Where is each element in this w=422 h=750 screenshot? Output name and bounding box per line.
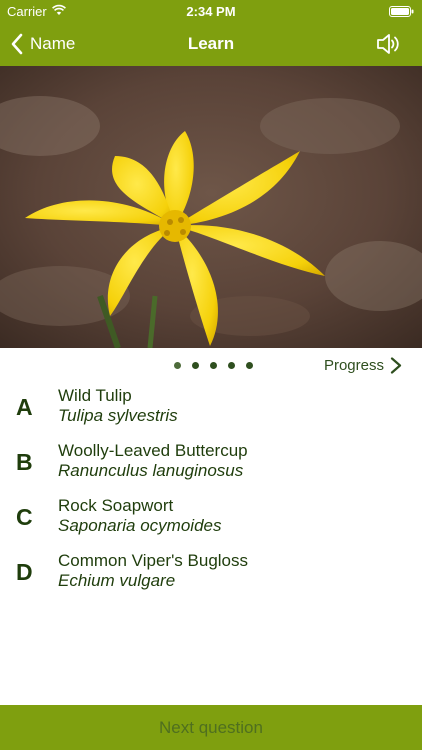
answer-common-name: Wild Tulip <box>58 386 132 405</box>
answer-latin-name: Tulipa sylvestris <box>58 406 178 425</box>
answer-letter: A <box>16 394 33 420</box>
answer-common-name: Rock Soapwort <box>58 496 174 515</box>
answer-common-name: Woolly-Leaved Buttercup <box>58 441 248 460</box>
back-button-label: Name <box>30 34 76 53</box>
status-bar: Carrier 2:34 PM <box>0 0 422 22</box>
pager-dot[interactable] <box>246 362 253 369</box>
answer-option-d[interactable]: D Common Viper's Bugloss Echium vulgare <box>0 549 422 604</box>
answer-option-c[interactable]: C Rock Soapwort Saponaria ocymoides <box>0 494 422 549</box>
answer-latin-name: Ranunculus lanuginosus <box>58 461 244 480</box>
answer-letter: B <box>16 449 33 475</box>
navigation-bar: Name Learn <box>0 22 422 66</box>
clock-label: 2:34 PM <box>186 4 236 19</box>
pager-dot[interactable] <box>228 362 235 369</box>
pager-dot[interactable] <box>192 362 199 369</box>
chevron-left-icon <box>11 33 23 55</box>
progress-button[interactable]: Progress <box>324 357 402 374</box>
chevron-right-icon <box>390 357 402 374</box>
image-pager[interactable] <box>174 362 253 369</box>
answer-letter: C <box>16 504 33 530</box>
back-button[interactable]: Name <box>10 30 75 58</box>
answer-option-b[interactable]: B Woolly-Leaved Buttercup Ranunculus lan… <box>0 439 422 494</box>
pager-dot[interactable] <box>210 362 217 369</box>
next-question-button[interactable]: Next question <box>0 705 422 750</box>
answer-option-a[interactable]: A Wild Tulip Tulipa sylvestris <box>0 384 422 439</box>
speaker-icon[interactable] <box>376 32 402 56</box>
answer-letter: D <box>16 559 33 585</box>
answer-latin-name: Saponaria ocymoides <box>58 516 222 535</box>
flower-photo <box>0 66 422 348</box>
answer-list: A Wild Tulip Tulipa sylvestris B Woolly-… <box>0 384 422 604</box>
progress-label: Progress <box>323 357 384 374</box>
pager-dot[interactable] <box>174 362 181 369</box>
battery-icon <box>389 6 414 17</box>
answer-common-name: Common Viper's Bugloss <box>58 551 249 570</box>
answer-latin-name: Echium vulgare <box>58 571 176 590</box>
